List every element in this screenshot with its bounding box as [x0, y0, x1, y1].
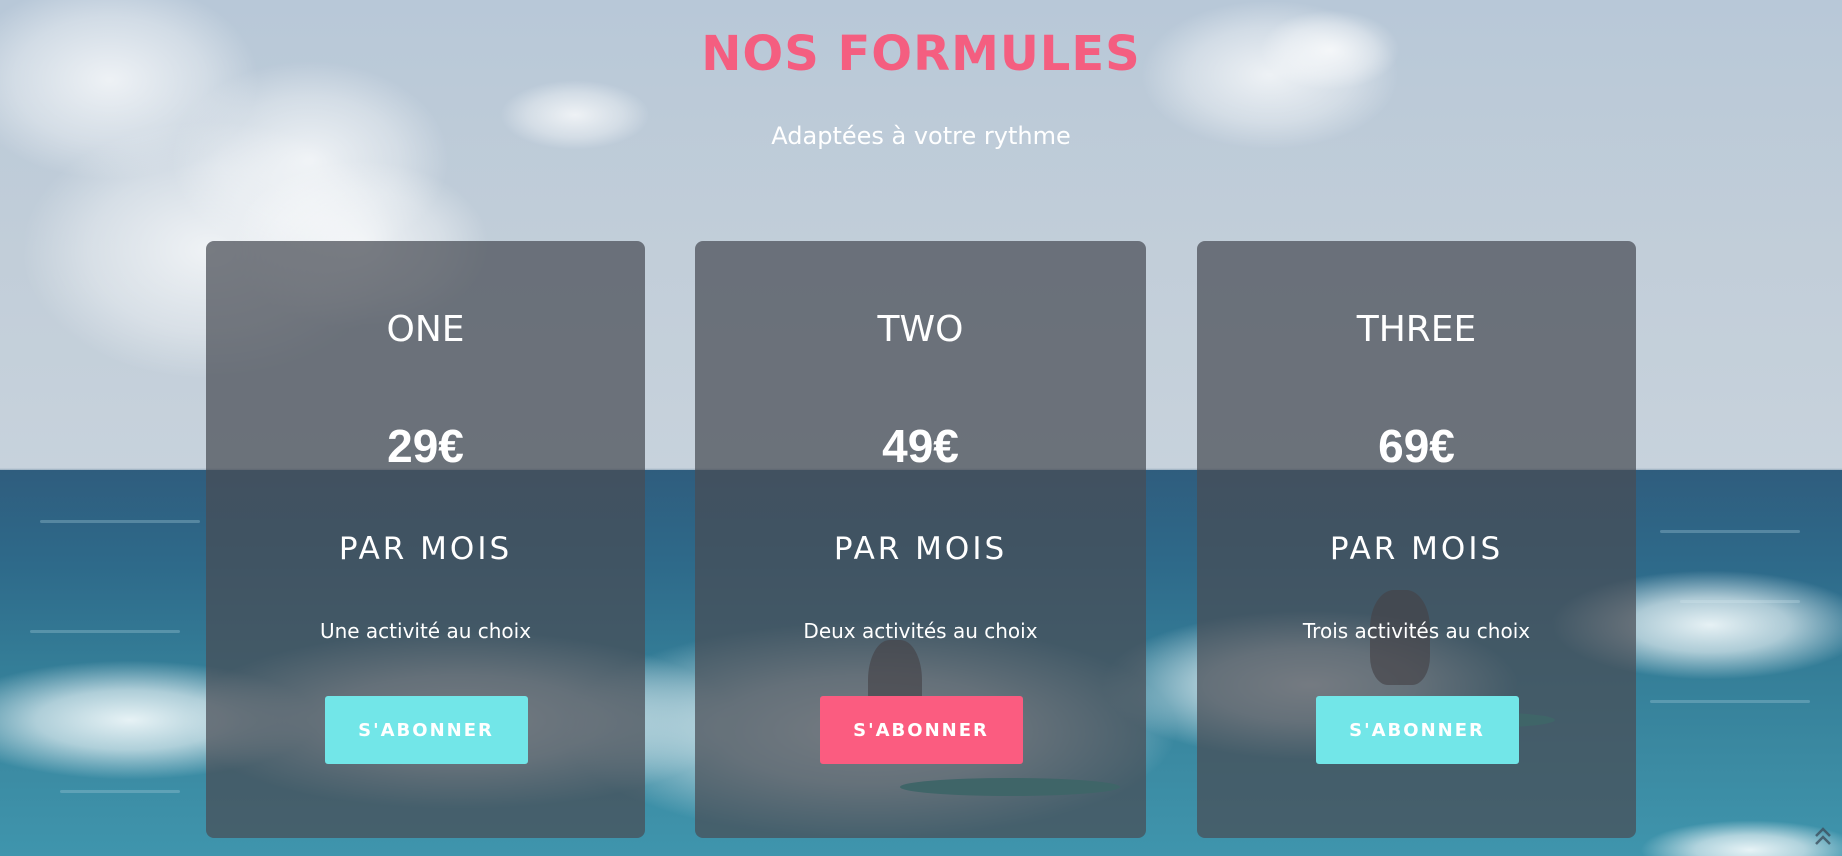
double-chevron-up-icon[interactable]	[1812, 824, 1834, 848]
plan-name: TWO	[877, 309, 964, 350]
section-subtitle: Adaptées à votre rythme	[771, 122, 1071, 150]
subscribe-button-two[interactable]: S'ABONNER	[819, 696, 1023, 764]
plan-description: Une activité au choix	[319, 619, 532, 643]
pricing-card-one: ONE 29€ PAR MOIS Une activité au choix S…	[206, 241, 645, 838]
plan-period: PAR MOIS	[338, 531, 513, 567]
plan-price: 29€	[387, 420, 464, 472]
subscribe-button-three[interactable]: S'ABONNER	[1315, 696, 1519, 764]
pricing-card-two: TWO 49€ PAR MOIS Deux activités au choix…	[695, 241, 1146, 838]
plan-price: 69€	[1378, 420, 1455, 472]
plan-price: 49€	[882, 420, 959, 472]
subscribe-button-one[interactable]: S'ABONNER	[324, 696, 528, 764]
pricing-card-three: THREE 69€ PAR MOIS Trois activités au ch…	[1197, 241, 1636, 838]
plan-description: Deux activités au choix	[803, 619, 1038, 643]
section-title: NOS FORMULES	[701, 26, 1141, 82]
plan-period: PAR MOIS	[1329, 531, 1504, 567]
plan-name: THREE	[1356, 309, 1477, 350]
plan-description: Trois activités au choix	[1302, 619, 1531, 643]
plan-period: PAR MOIS	[833, 531, 1008, 567]
plan-name: ONE	[386, 309, 465, 350]
